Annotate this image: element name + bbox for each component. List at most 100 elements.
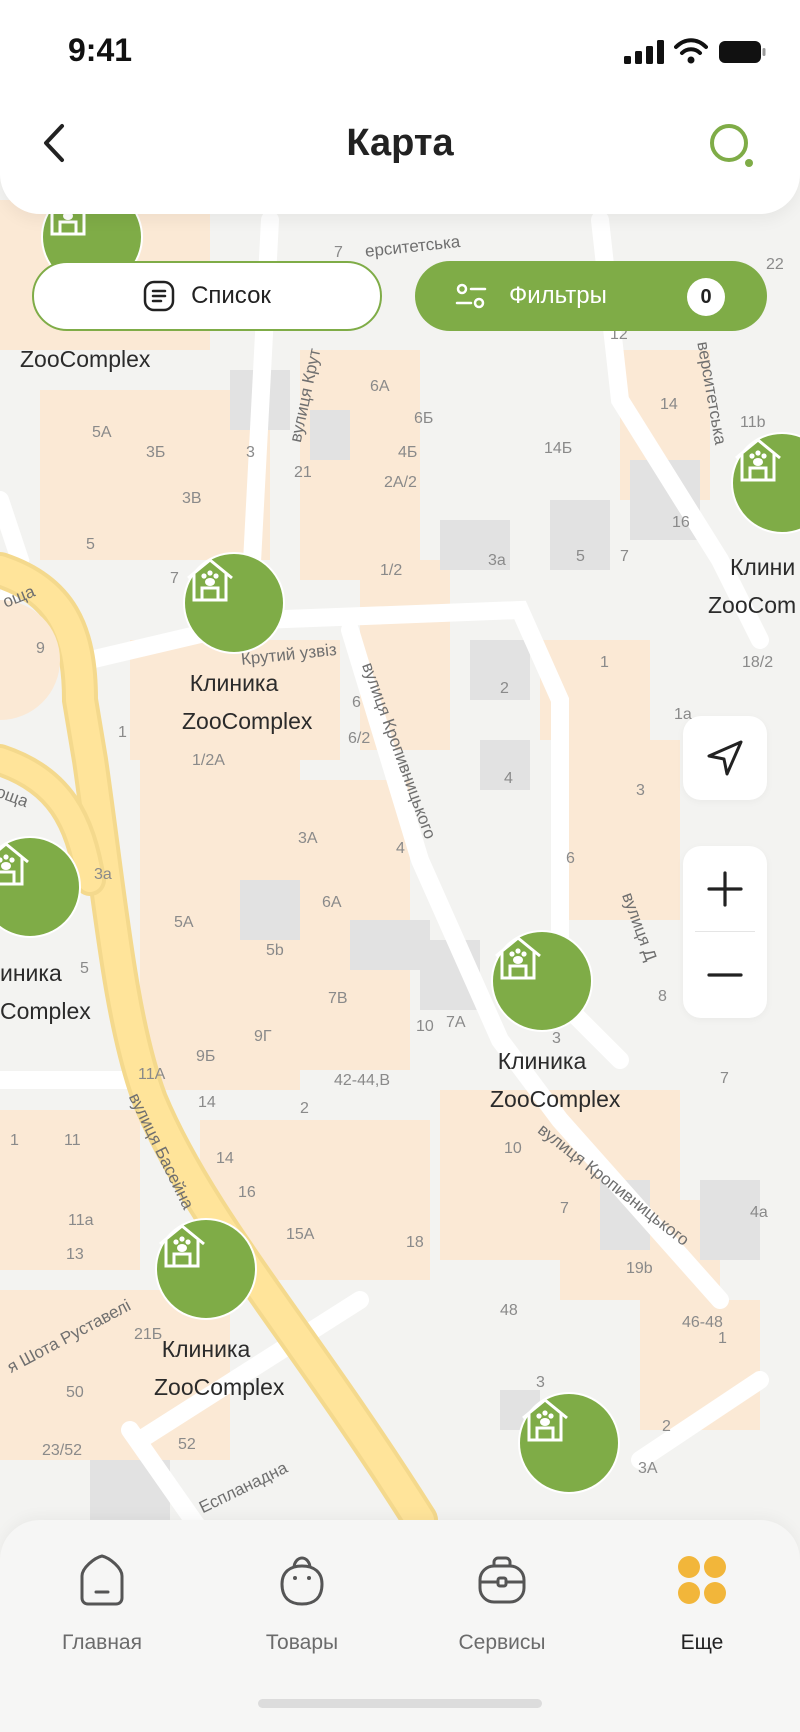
pin-label-partial: ZooCom — [708, 592, 797, 618]
pin-label: Клиника ZooComplex — [490, 1048, 621, 1112]
zoom-out-button[interactable] — [683, 932, 767, 1018]
house-number: 2 — [500, 680, 509, 697]
house-number: 3 — [636, 782, 645, 799]
house-number: 42-44,B — [334, 1072, 391, 1089]
clinic-pin[interactable]: Клиника ZooComplex — [182, 552, 313, 740]
house-number: 5b — [266, 942, 284, 959]
top-header: 9:41 Карта — [0, 0, 800, 214]
house-number: 2A/2 — [384, 474, 417, 491]
clinic-house-paw-icon — [522, 1398, 568, 1442]
nav-more-label: Еще — [680, 1631, 724, 1654]
house-number: 10 — [416, 1018, 434, 1035]
clinic-house-paw-icon — [495, 936, 541, 980]
house-number: 14 — [216, 1150, 234, 1167]
house-number: 23/52 — [42, 1442, 83, 1459]
house-number: 1/2 — [380, 562, 403, 579]
house-number: 52 — [178, 1436, 196, 1453]
house-number: 10 — [504, 1140, 522, 1157]
nav-services[interactable]: Сервисы — [402, 1550, 602, 1670]
house-number: 1/2A — [192, 752, 225, 769]
cellular-signal-icon — [624, 40, 664, 64]
house-number: 1 — [118, 724, 127, 741]
my-location-button[interactable] — [683, 716, 767, 800]
house-number: 9Г — [254, 1028, 272, 1045]
clinic-house-paw-icon — [735, 438, 781, 482]
house-number: 3a — [488, 552, 506, 569]
clinic-house-paw-icon — [187, 558, 233, 602]
house-number: 6Б — [414, 410, 434, 427]
house-number: 4 — [504, 770, 513, 787]
pin-label: Клиника ZooComplex — [154, 1336, 285, 1400]
house-number: 18 — [406, 1234, 424, 1251]
briefcase-icon — [478, 1556, 526, 1604]
map-screen: вулиця Крут ерситетська верситетська Кру… — [0, 0, 800, 1732]
house-number: 11a — [68, 1212, 94, 1229]
zoom-controls — [683, 846, 767, 1018]
pin-label: Клиника ZooComplex — [182, 670, 313, 734]
house-number: 6A — [370, 378, 390, 395]
house-number: 7 — [620, 548, 629, 565]
house-number: 21 — [294, 464, 312, 481]
minus-icon — [707, 973, 743, 977]
house-number: 7 — [560, 1200, 569, 1217]
nav-more[interactable]: Еще — [602, 1550, 800, 1670]
list-view-button[interactable]: Список — [32, 261, 382, 331]
house-number: 16 — [672, 514, 690, 531]
house-number: 2 — [662, 1418, 671, 1435]
house-number: 3a — [94, 866, 112, 883]
house-number: 6/2 — [348, 730, 371, 747]
pin-label-partial: иника — [0, 960, 62, 986]
filters-button[interactable]: Фильтры 0 — [415, 261, 767, 331]
page-title: Карта — [346, 122, 454, 164]
house-number: 48 — [500, 1302, 518, 1319]
zoom-in-button[interactable] — [683, 846, 767, 932]
clinic-house-paw-icon — [159, 1224, 205, 1268]
bag-icon — [280, 1556, 324, 1606]
clinic-pin[interactable] — [0, 836, 82, 938]
house-number: 4 — [396, 840, 405, 857]
pin-label-partial: Complex — [0, 998, 91, 1024]
house-number: 3A — [638, 1460, 658, 1477]
house-number: 6 — [352, 694, 361, 711]
house-number: 4Б — [398, 444, 418, 461]
house-number: 1 — [10, 1132, 19, 1149]
clinic-pin[interactable]: Клиника ZooComplex — [490, 930, 621, 1118]
nav-services-label: Сервисы — [458, 1631, 546, 1654]
clinic-pin[interactable]: Клиника ZooComplex — [154, 1218, 285, 1406]
house-number: 3Б — [146, 444, 166, 461]
list-icon — [143, 280, 175, 312]
clinic-pin[interactable] — [517, 1392, 621, 1494]
house-number: 5A — [174, 914, 194, 931]
map-canvas[interactable]: вулиця Крут ерситетська верситетська Кру… — [0, 0, 800, 1732]
house-number: 9Б — [196, 1048, 216, 1065]
house-number: 3 — [246, 444, 255, 461]
filters-label: Фильтры — [509, 282, 607, 309]
house-number: 6 — [566, 850, 575, 867]
house-number: 7 — [720, 1070, 729, 1087]
wifi-icon — [674, 38, 708, 64]
list-view-label: Список — [191, 282, 271, 309]
house-number: 1 — [718, 1330, 727, 1347]
house-number: 3В — [182, 490, 202, 507]
house-number: 11A — [138, 1066, 166, 1083]
nav-home[interactable]: Главная — [2, 1550, 202, 1670]
battery-icon — [719, 41, 766, 63]
house-number: 3A — [298, 830, 318, 847]
house-number: 19b — [626, 1260, 653, 1277]
filter-sliders-icon — [455, 283, 487, 309]
nav-products-label: Товары — [265, 1631, 339, 1654]
house-number: 2 — [300, 1100, 309, 1117]
house-number: 6A — [322, 894, 342, 911]
grid-icon — [678, 1556, 726, 1604]
house-number: 46-48 — [682, 1314, 723, 1331]
search-button[interactable] — [706, 120, 756, 170]
house-number: 16 — [238, 1184, 256, 1201]
house-number: 7B — [328, 990, 348, 1007]
house-number: 13 — [66, 1246, 84, 1263]
filter-count-badge: 0 — [687, 278, 725, 316]
house-number: 5 — [576, 548, 585, 565]
nav-products[interactable]: Товары — [202, 1550, 402, 1670]
house-number: 5 — [80, 960, 89, 977]
clinic-pin[interactable] — [730, 432, 800, 534]
clinic-house-paw-icon — [0, 842, 29, 886]
